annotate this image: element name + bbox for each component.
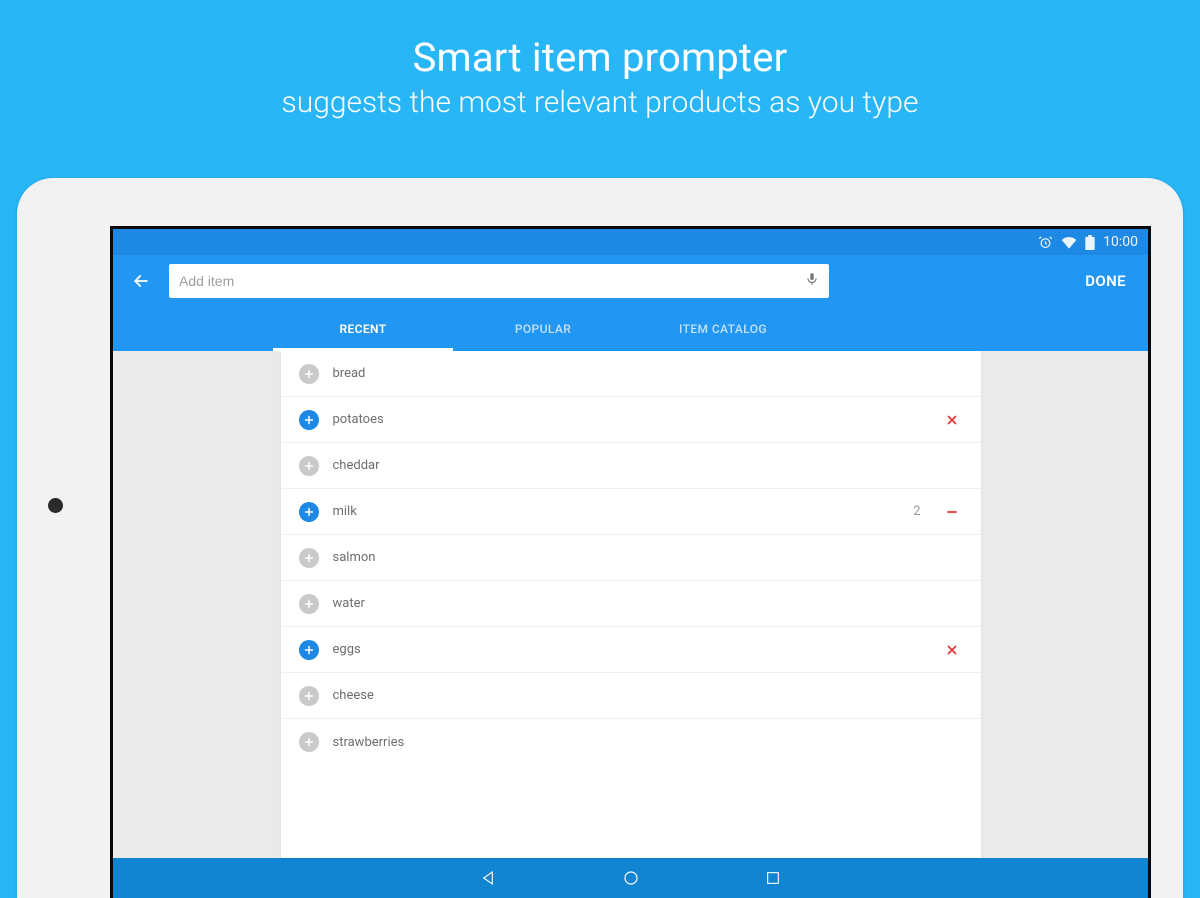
remove-item-button[interactable]: [945, 413, 963, 427]
list-item: salmon: [281, 535, 981, 581]
mic-icon[interactable]: [805, 270, 819, 292]
done-button[interactable]: DONE: [1077, 266, 1134, 296]
battery-icon: [1085, 235, 1095, 250]
item-name: salmon: [333, 550, 963, 565]
tab-label: RECENT: [339, 322, 386, 336]
list-item: water: [281, 581, 981, 627]
list-item: eggs: [281, 627, 981, 673]
device-screen: 10:00 DONE REC: [110, 226, 1151, 898]
item-name: cheese: [333, 688, 963, 703]
decrement-item-button[interactable]: [945, 505, 963, 519]
tab-recent[interactable]: RECENT: [273, 307, 453, 351]
add-item-button[interactable]: [299, 594, 319, 614]
suggestions-panel: bread potatoes cheddar milk 2 salmon water eggs…: [281, 351, 981, 858]
list-item: cheddar: [281, 443, 981, 489]
add-item-button[interactable]: [299, 732, 319, 752]
add-item-button[interactable]: [299, 548, 319, 568]
nav-recent-button[interactable]: [762, 867, 784, 889]
android-nav-bar: [113, 858, 1148, 898]
tab-label: ITEM CATALOG: [679, 322, 767, 336]
nav-back-button[interactable]: [478, 867, 500, 889]
add-item-button[interactable]: [299, 640, 319, 660]
item-name: eggs: [333, 642, 931, 657]
nav-home-button[interactable]: [620, 867, 642, 889]
tablet-frame: 10:00 DONE REC: [17, 178, 1183, 898]
add-item-button[interactable]: [299, 364, 319, 384]
list-item: milk 2: [281, 489, 981, 535]
status-bar: 10:00: [113, 229, 1148, 255]
app-bar: DONE: [113, 255, 1148, 307]
list-item: bread: [281, 351, 981, 397]
tabs: RECENT POPULAR ITEM CATALOG: [113, 307, 1148, 351]
search-input[interactable]: [179, 264, 795, 298]
promo-subtitle: suggests the most relevant products as y…: [0, 85, 1200, 120]
tab-item-catalog[interactable]: ITEM CATALOG: [633, 307, 813, 351]
item-name: potatoes: [333, 412, 931, 427]
item-name: strawberries: [333, 735, 963, 750]
add-item-button[interactable]: [299, 502, 319, 522]
add-item-button[interactable]: [299, 456, 319, 476]
tab-popular[interactable]: POPULAR: [453, 307, 633, 351]
item-name: bread: [333, 366, 963, 381]
add-item-button[interactable]: [299, 410, 319, 430]
wifi-icon: [1061, 235, 1077, 249]
item-name: water: [333, 596, 963, 611]
add-item-button[interactable]: [299, 686, 319, 706]
item-name: cheddar: [333, 458, 963, 473]
back-button[interactable]: [127, 267, 155, 295]
list-item: cheese: [281, 673, 981, 719]
list-item: strawberries: [281, 719, 981, 765]
tablet-camera: [48, 498, 63, 513]
status-time: 10:00: [1103, 234, 1138, 250]
promo-title: Smart item prompter: [0, 34, 1200, 81]
alarm-icon: [1038, 235, 1053, 250]
list-item: potatoes: [281, 397, 981, 443]
search-field[interactable]: [169, 264, 829, 298]
tab-label: POPULAR: [515, 322, 571, 336]
item-name: milk: [333, 504, 900, 519]
remove-item-button[interactable]: [945, 643, 963, 657]
item-quantity: 2: [913, 504, 920, 519]
content-area: bread potatoes cheddar milk 2 salmon water eggs…: [113, 351, 1148, 858]
